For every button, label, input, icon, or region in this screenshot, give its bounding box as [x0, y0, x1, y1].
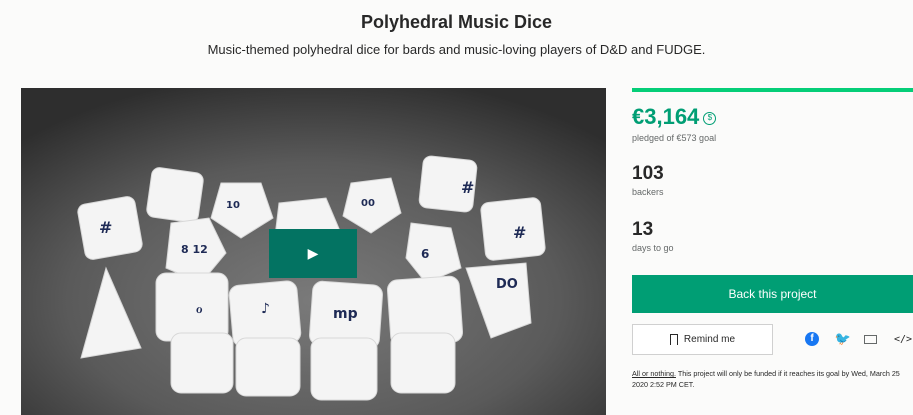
svg-text:00: 00 [361, 198, 375, 209]
svg-text:#: # [461, 178, 474, 197]
twitter-icon: 🐦 [834, 331, 852, 346]
svg-text:♪: ♪ [261, 301, 270, 317]
svg-text:10: 10 [226, 200, 240, 211]
project-title: Polyhedral Music Dice [360, 12, 553, 32]
pledged-amount: €3,164 $ [632, 104, 717, 130]
pledged-amount-value: €3,164 [632, 104, 700, 129]
all-or-nothing-notice: All or nothing. This project will only b… [632, 368, 913, 390]
goal-text: pledged of €573 goal [632, 133, 717, 143]
backers-label: backers [632, 187, 664, 197]
days-to-go-count: 13 [632, 219, 654, 240]
mail-icon [863, 334, 877, 344]
facebook-icon: f [805, 332, 819, 346]
svg-text:mp: mp [333, 306, 358, 322]
all-or-nothing-link[interactable]: All or nothing. [632, 369, 676, 378]
project-subtitle: Music-themed polyhedral dice for bards a… [207, 42, 706, 57]
play-button[interactable]: ▶ [269, 229, 357, 278]
remind-me-button[interactable]: Remind me [632, 324, 773, 355]
days-to-go-label: days to go [632, 243, 674, 253]
remind-me-label: Remind me [683, 334, 736, 345]
share-email-button[interactable] [862, 330, 878, 348]
embed-icon: </> [893, 333, 913, 345]
embed-button[interactable]: </> [893, 330, 913, 348]
share-facebook-button[interactable]: f [805, 330, 819, 348]
svg-text:#: # [513, 223, 526, 242]
share-twitter-button[interactable]: 🐦 [835, 330, 851, 348]
funding-progress-bar [632, 88, 913, 92]
bookmark-icon [669, 334, 678, 348]
svg-text:#: # [99, 218, 112, 237]
funding-progress-fill [632, 88, 913, 92]
backers-count: 103 [632, 163, 664, 184]
play-icon: ▶ [307, 245, 319, 261]
svg-text:8 12: 8 12 [181, 243, 208, 256]
svg-text:6: 6 [421, 247, 429, 261]
svg-text:DO: DO [496, 277, 518, 292]
currency-conversion-icon[interactable]: $ [703, 111, 717, 125]
svg-text:ℴ: ℴ [196, 301, 203, 317]
back-project-button[interactable]: Back this project [632, 275, 913, 313]
